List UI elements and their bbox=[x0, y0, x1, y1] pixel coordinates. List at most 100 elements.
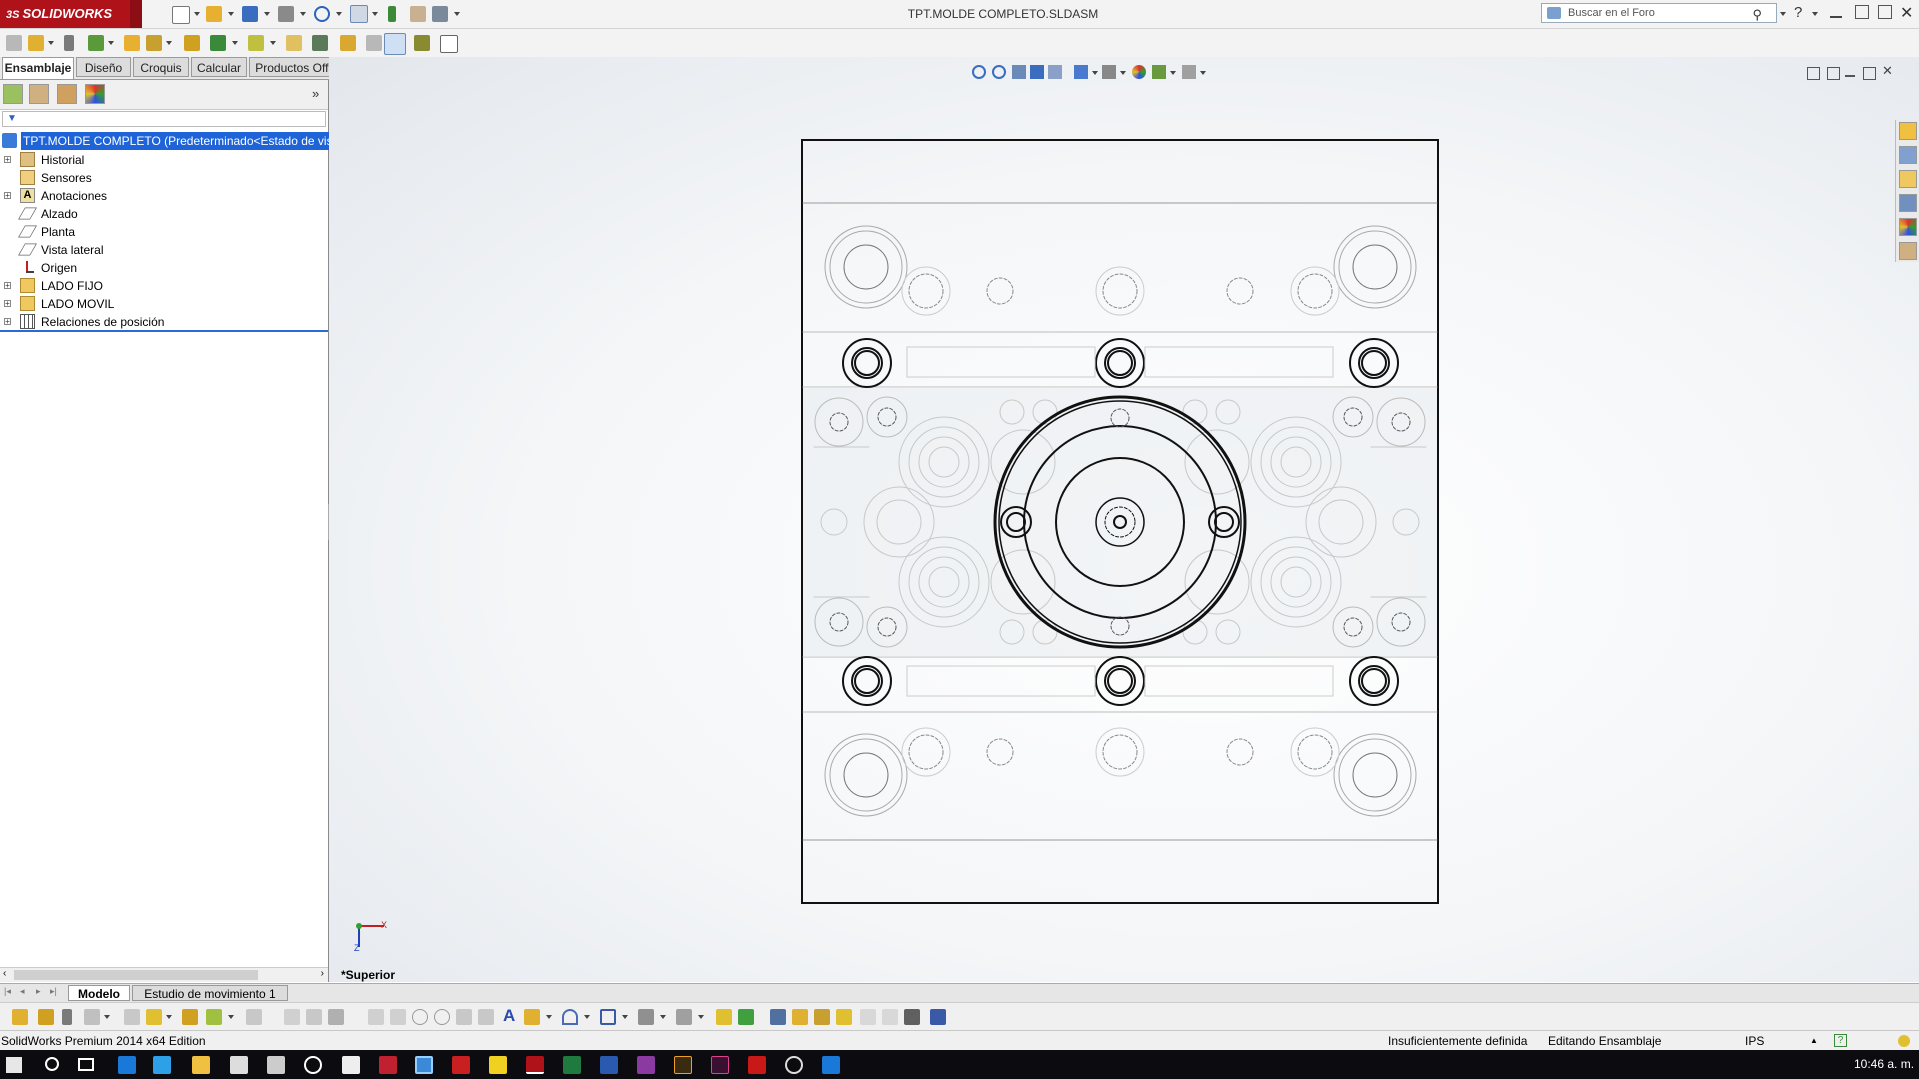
options-dropdown-caret[interactable] bbox=[454, 12, 460, 16]
scrollbar-thumb[interactable] bbox=[14, 970, 258, 980]
view-settings-icon[interactable] bbox=[1182, 65, 1196, 79]
linear-pattern-icon[interactable] bbox=[88, 35, 104, 51]
move-with-triad-icon[interactable] bbox=[124, 1009, 140, 1025]
units-up-icon[interactable]: ▲ bbox=[1810, 1031, 1818, 1051]
new-motion-study-icon[interactable] bbox=[248, 35, 264, 51]
coordinate-system-icon[interactable] bbox=[390, 1009, 406, 1025]
linear-pattern-icon[interactable] bbox=[246, 1009, 262, 1025]
tile-window-icon[interactable] bbox=[1878, 5, 1892, 19]
smart-dimension-icon[interactable] bbox=[716, 1009, 732, 1025]
restore-window-icon[interactable] bbox=[1855, 5, 1869, 19]
expand-toggle[interactable]: + bbox=[4, 156, 11, 164]
show-hidden-dropdown-caret[interactable] bbox=[166, 41, 172, 45]
check-icon[interactable] bbox=[836, 1009, 852, 1025]
instant3d-icon[interactable] bbox=[384, 33, 406, 55]
pattern-dropdown-caret[interactable] bbox=[108, 41, 114, 45]
note-leader-icon[interactable] bbox=[478, 1009, 494, 1025]
axis-icon[interactable] bbox=[368, 1009, 384, 1025]
tab-estudio-de-movimiento[interactable]: Estudio de movimiento 1 bbox=[132, 985, 288, 1001]
file-explorer-icon[interactable] bbox=[1899, 170, 1917, 188]
tree-root-assembly[interactable]: TPT.MOLDE COMPLETO (Predeterminado<Estad… bbox=[0, 132, 342, 150]
undo-icon[interactable] bbox=[314, 6, 330, 22]
measure-icon[interactable] bbox=[770, 1009, 786, 1025]
save-icon[interactable] bbox=[242, 6, 258, 22]
belt-chain-icon[interactable] bbox=[84, 1009, 100, 1025]
word-icon[interactable] bbox=[600, 1056, 618, 1074]
belt-dropdown-caret[interactable] bbox=[104, 1015, 110, 1019]
undo-dropdown-caret[interactable] bbox=[336, 12, 342, 16]
filter-icon[interactable]: ▼ bbox=[7, 113, 17, 124]
tree-filter-field[interactable]: ▼ bbox=[2, 111, 326, 127]
edit-appearance-icon[interactable] bbox=[1152, 65, 1166, 79]
previous-view-icon[interactable] bbox=[1012, 65, 1026, 79]
indesign-icon[interactable] bbox=[711, 1056, 729, 1074]
property-manager-tab-icon[interactable] bbox=[29, 84, 49, 104]
xbox-icon[interactable] bbox=[785, 1056, 803, 1074]
expand-panel-chevron-icon[interactable]: » bbox=[312, 86, 319, 101]
smart-fasteners-icon[interactable] bbox=[64, 35, 74, 51]
viewport-restore-icon[interactable] bbox=[1863, 67, 1876, 80]
large-assembly-mode-icon[interactable] bbox=[414, 35, 430, 51]
tree-horizontal-scrollbar[interactable]: ‹ › bbox=[0, 967, 328, 982]
zoom-to-fit-icon[interactable] bbox=[972, 65, 986, 79]
balloon-dropdown-caret[interactable] bbox=[546, 1015, 552, 1019]
minimize-window-icon[interactable] bbox=[1830, 16, 1842, 18]
reference-geometry-icon[interactable] bbox=[210, 35, 226, 51]
view-settings-dropdown-caret[interactable] bbox=[1200, 71, 1206, 75]
rectangle-icon[interactable] bbox=[600, 1009, 616, 1025]
hole-alignment-icon[interactable] bbox=[904, 1009, 920, 1025]
point-icon[interactable] bbox=[412, 1009, 428, 1025]
internet-explorer-icon[interactable] bbox=[153, 1056, 171, 1074]
move-component-icon[interactable] bbox=[124, 35, 140, 51]
browser-app-icon[interactable] bbox=[415, 1056, 433, 1074]
tab-scroll-first-icon[interactable]: |◂ bbox=[4, 986, 11, 997]
appearance-dropdown-caret[interactable] bbox=[1170, 71, 1176, 75]
search-dropdown-caret[interactable] bbox=[1780, 12, 1786, 16]
mail-icon[interactable] bbox=[230, 1056, 248, 1074]
search-taskbar-icon[interactable] bbox=[45, 1057, 59, 1071]
assembly-features-icon[interactable] bbox=[184, 35, 200, 51]
hide-show-items-icon[interactable] bbox=[1132, 65, 1146, 79]
section-view-icon[interactable] bbox=[1030, 65, 1044, 79]
dimension-icon[interactable] bbox=[456, 1009, 472, 1025]
tab-croquis[interactable]: Croquis bbox=[133, 57, 189, 77]
view-orientation-dropdown-caret[interactable] bbox=[1092, 71, 1098, 75]
save-dropdown-caret[interactable] bbox=[264, 12, 270, 16]
help-icon[interactable]: ? bbox=[1794, 4, 1802, 21]
convert-entities-icon[interactable] bbox=[676, 1009, 692, 1025]
open-folder-icon[interactable] bbox=[206, 6, 222, 22]
file-properties-icon[interactable] bbox=[410, 6, 426, 22]
calculator-icon[interactable] bbox=[930, 1009, 946, 1025]
reference-dropdown-caret[interactable] bbox=[232, 41, 238, 45]
tab-modelo[interactable]: Modelo bbox=[68, 985, 130, 1001]
statistics-icon[interactable] bbox=[860, 1009, 876, 1025]
tab-calcular[interactable]: Calcular bbox=[191, 57, 247, 77]
view-palette-icon[interactable] bbox=[1899, 194, 1917, 212]
display-style-icon[interactable] bbox=[1102, 65, 1116, 79]
clearance-icon[interactable] bbox=[882, 1009, 898, 1025]
clock[interactable]: 10:46 a. m. bbox=[1854, 1050, 1914, 1079]
options-icon[interactable] bbox=[432, 6, 448, 22]
exploded-view-icon[interactable] bbox=[312, 35, 328, 51]
configuration-manager-tab-icon[interactable] bbox=[57, 84, 77, 104]
select-pointer-icon[interactable] bbox=[350, 5, 368, 23]
file-explorer-icon[interactable] bbox=[192, 1056, 210, 1074]
tab-ensamblaje[interactable]: Ensamblaje bbox=[2, 57, 74, 79]
print-dropdown-caret[interactable] bbox=[300, 12, 306, 16]
help-dropdown-caret[interactable] bbox=[1812, 12, 1818, 16]
mirror-components-icon[interactable] bbox=[284, 1009, 300, 1025]
edge-browser-icon[interactable] bbox=[118, 1056, 136, 1074]
task-view-icon[interactable] bbox=[78, 1058, 94, 1071]
display-manager-tab-icon[interactable] bbox=[85, 84, 105, 104]
windows-start-icon[interactable] bbox=[6, 1057, 22, 1073]
solidworks-logo[interactable]: 3S SOLIDWORKS bbox=[0, 0, 130, 28]
units-selector[interactable]: IPS bbox=[1745, 1031, 1764, 1051]
dynamic-annotation-icon[interactable] bbox=[1048, 65, 1062, 79]
viewport-split-icon[interactable] bbox=[1827, 67, 1840, 80]
viewport-single-icon[interactable] bbox=[1807, 67, 1820, 80]
weld-bead-icon[interactable] bbox=[182, 1009, 198, 1025]
tab-scroll-last-icon[interactable]: ▸| bbox=[50, 986, 57, 997]
media-player-icon[interactable] bbox=[304, 1056, 322, 1074]
menu-expand-arrow[interactable] bbox=[130, 0, 142, 28]
expand-toggle[interactable]: + bbox=[4, 192, 11, 200]
